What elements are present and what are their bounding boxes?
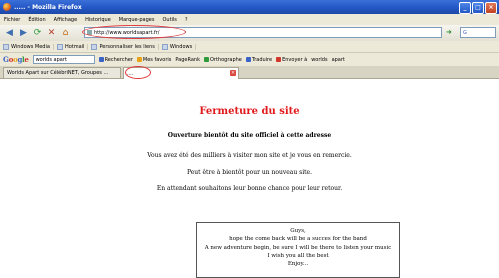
back-arrow-icon[interactable]: ◀: [3, 27, 16, 40]
menu-marque-pages[interactable]: Marque-pages: [119, 17, 155, 23]
page-line-wishes: En attendant souhaitons leur bonne chanc…: [156, 185, 343, 192]
bookmark-icon: [3, 43, 9, 50]
star-icon: [136, 57, 142, 62]
spellcheck-icon: [203, 57, 209, 62]
send-icon: [276, 57, 282, 62]
traduire-button[interactable]: Traduire: [245, 56, 273, 63]
bookmark-label: Personnaliser les liens: [99, 43, 155, 50]
mes-favoris-label: Mes favoris: [142, 56, 172, 63]
bookmark-icon: [56, 43, 63, 50]
highlight-worlds[interactable]: worlds: [311, 57, 327, 63]
translate-icon: [245, 57, 251, 62]
google-search-input[interactable]: worlds apart: [32, 55, 95, 64]
pagerank-label: PageRank: [175, 56, 200, 63]
search-icon: [98, 57, 104, 62]
envoyer-label: Envoyer à: [282, 56, 308, 63]
bookmarks-toolbar: Windows Media Hotmail Personnaliser les …: [0, 41, 499, 53]
orthographe-button[interactable]: Orthographe: [203, 56, 242, 63]
home-icon[interactable]: ⌂: [59, 27, 72, 40]
highlight-apart[interactable]: apart: [332, 57, 345, 63]
navigation-toolbar: ◀ ▶ ⟳ ✕ ⌂ http://www.worldsapart.fr/ ➜ G: [0, 25, 499, 41]
message-line: Enjoy...: [287, 261, 309, 268]
page-subtitle: Ouverture bientôt du site officiel à cet…: [167, 132, 332, 139]
search-box[interactable]: G: [460, 27, 496, 38]
bookmark-label: Windows Media: [11, 43, 50, 50]
google-query-text: worlds apart: [35, 56, 67, 63]
page-line-new-site: Peut être à bientôt pour un nouveau site…: [186, 169, 312, 176]
window-title: ..... - Mozilla Firefox: [14, 3, 82, 11]
page-line-thanks: Vous avez été des milliers à visiter mon…: [147, 152, 352, 159]
go-arrow-icon[interactable]: ➜: [446, 28, 456, 37]
menu-edition[interactable]: Édition: [28, 17, 45, 23]
close-tab-icon[interactable]: ×: [230, 70, 236, 76]
page-title: Fermeture du site: [199, 106, 300, 117]
orthographe-label: Orthographe: [209, 56, 242, 63]
bookmark-windows-media[interactable]: Windows Media: [3, 43, 54, 50]
url-highlight-annotation: [82, 25, 186, 39]
bookmark-label: Windows: [169, 43, 193, 50]
traduire-label: Traduire: [251, 56, 273, 63]
highlight-apart-label: apart: [331, 56, 345, 63]
rechercher-label: Rechercher: [104, 56, 133, 63]
message-line: I wish you all the best: [267, 252, 329, 259]
message-line: Guys,: [290, 228, 306, 234]
bookmark-icon: [161, 43, 168, 50]
firefox-logo-icon: [3, 3, 11, 11]
maximize-button[interactable]: □: [472, 2, 484, 14]
close-window-button[interactable]: ×: [485, 2, 497, 14]
envoyer-button[interactable]: Envoyer à: [276, 57, 307, 63]
mes-favoris-button[interactable]: Mes favoris: [136, 56, 172, 63]
menu-fichier[interactable]: Fichier: [4, 17, 20, 23]
stop-icon[interactable]: ✕: [45, 27, 58, 40]
window-controls: _ □ ×: [459, 2, 497, 14]
message-line: hope the come back will be a succes for …: [229, 236, 367, 243]
reload-icon[interactable]: ⟳: [31, 27, 44, 40]
menu-outils[interactable]: Outils: [162, 17, 176, 23]
tab-strip: Worlds Apart sur CélébriNET, Groupes ...…: [0, 66, 499, 79]
highlight-worlds-label: worlds: [311, 56, 328, 63]
menu-help[interactable]: ?: [185, 17, 188, 23]
page-content: Fermeture du site Ouverture bientôt du s…: [0, 79, 499, 278]
menu-historique[interactable]: Historique: [85, 17, 111, 23]
bookmark-windows[interactable]: Windows: [161, 43, 197, 50]
bookmark-personnaliser[interactable]: Personnaliser les liens: [91, 43, 159, 50]
bookmark-icon: [91, 43, 98, 50]
google-toolbar: Google worlds apart Rechercher Mes favor…: [0, 53, 499, 66]
message-line: A new adventure begin, be sure I will be…: [204, 244, 392, 251]
tab-highlight-annotation: [125, 66, 151, 79]
window-titlebar: ..... - Mozilla Firefox _ □ ×: [0, 0, 499, 14]
rechercher-button[interactable]: Rechercher: [98, 56, 133, 63]
tab-label: Worlds Apart sur CélébriNET, Groupes ...: [7, 70, 109, 76]
message-box: Guys, hope the come back will be a succe…: [196, 222, 400, 278]
tab-worlds-apart-celebrinet[interactable]: Worlds Apart sur CélébriNET, Groupes ...: [3, 67, 121, 78]
minimize-button[interactable]: _: [459, 2, 471, 14]
pagerank-indicator[interactable]: PageRank: [175, 57, 200, 63]
bookmark-hotmail[interactable]: Hotmail: [56, 43, 89, 50]
menu-affichage[interactable]: Affichage: [54, 17, 78, 23]
bookmark-label: Hotmail: [64, 43, 85, 50]
menu-bar: Fichier Édition Affichage Historique Mar…: [0, 14, 499, 25]
forward-arrow-icon[interactable]: ▶: [17, 27, 30, 40]
search-engine-label: G: [463, 29, 467, 36]
google-logo: Google: [3, 55, 29, 64]
